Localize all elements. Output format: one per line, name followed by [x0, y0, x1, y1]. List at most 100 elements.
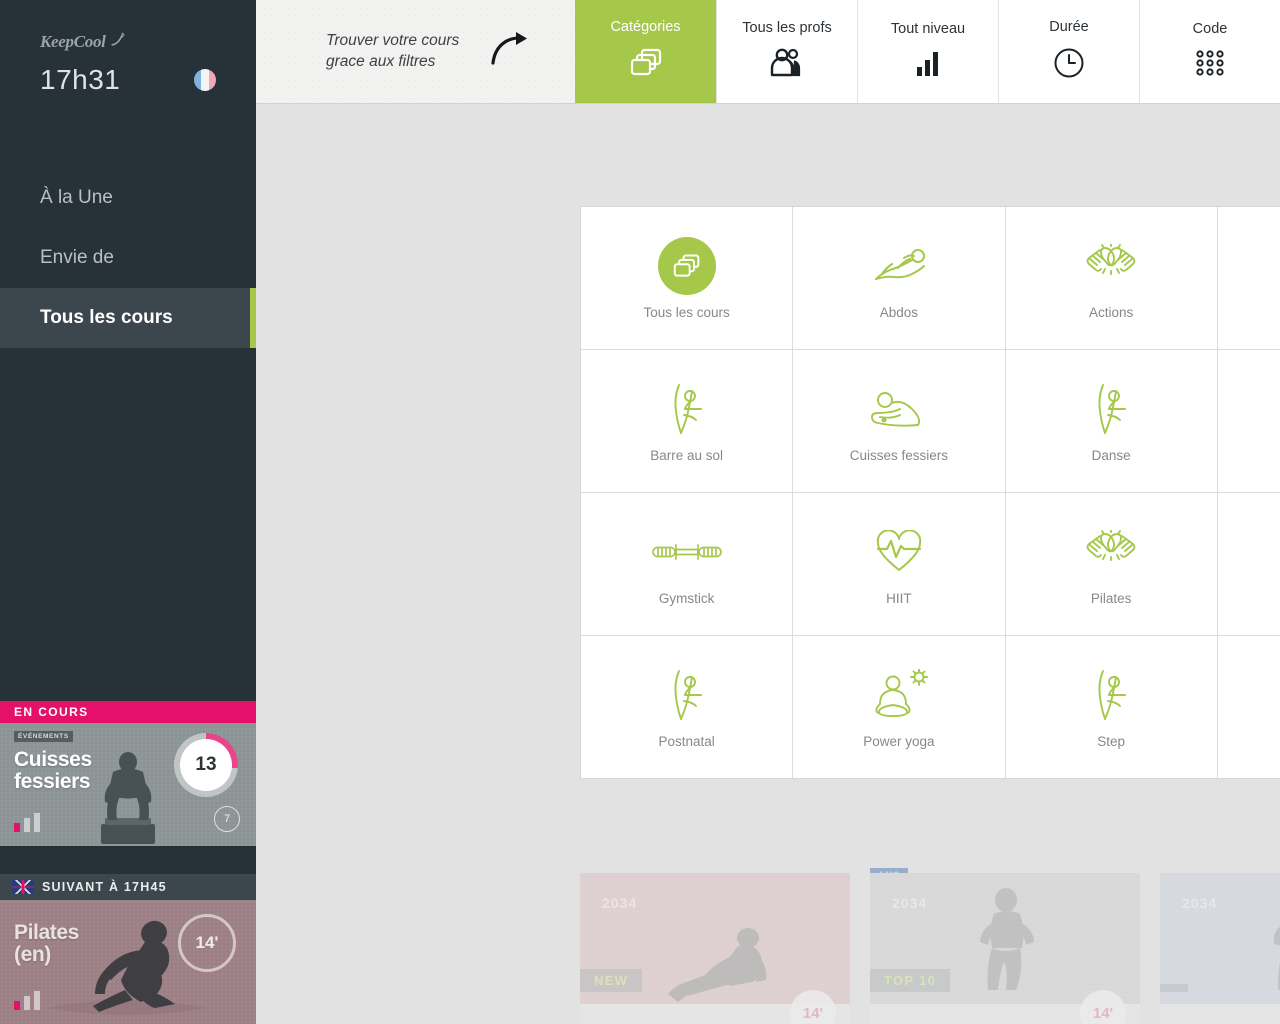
boxing-gloves-icon [1080, 237, 1142, 295]
sidebar-item-label: Envie de [40, 247, 114, 268]
live-card-header: EN COURS [0, 701, 256, 723]
next-card-title-line1: Pilates [14, 921, 79, 944]
category-tile-danse[interactable]: Danse [1005, 350, 1217, 492]
lotus-yoga-icon [868, 666, 930, 724]
person-icon [219, 881, 230, 894]
filter-tab-categories[interactable]: Catégories [575, 0, 716, 103]
category-tile-label: Step [1097, 733, 1126, 749]
filter-tab-duree[interactable]: Durée [998, 0, 1139, 103]
filter-tab-profs[interactable]: Tous les profs [716, 0, 857, 103]
category-tile-step[interactable]: Step [1005, 636, 1217, 778]
french-flag-icon[interactable] [194, 69, 216, 91]
live-card-secondary-timer: 7 [214, 806, 240, 832]
category-tile-label: Actions [1088, 304, 1134, 320]
live-card-title: Cuisses fessiers [14, 748, 92, 794]
abs-crunch-icon [868, 237, 930, 295]
category-tile-barre-au-sol[interactable]: Barre au sol [581, 350, 793, 492]
next-card-header-label: SUIVANT À 17H45 [42, 880, 167, 894]
carousel-card[interactable]: ANS 2034 TOP 10 14' [870, 868, 1140, 1024]
category-tile-pilates[interactable]: Pilates [1005, 493, 1217, 635]
carousel-card-year: 2034 [1182, 895, 1218, 911]
main-area: Trouver votre cours grace aux filtres Ca… [256, 0, 1280, 1024]
sidebar-item-a-la-une[interactable]: À la Une [0, 168, 256, 228]
category-tile-label: HIIT [886, 590, 912, 606]
category-tile-postnatal[interactable]: Postnatal [581, 636, 793, 778]
app-root: KeepCool 17h31 À la Une Envie de Tous le… [0, 0, 1280, 1024]
category-tile-actions[interactable]: Actions [1005, 207, 1217, 349]
category-tile-cuisses-fessiers[interactable]: Cuisses fessiers [793, 350, 1005, 492]
carousel-card-year: 2034 [602, 895, 638, 911]
keypad-dots-icon [1194, 49, 1226, 82]
filter-tab-label: Catégories [610, 19, 681, 35]
category-tile-ballon[interactable]: Ballon [1217, 207, 1280, 349]
current-time: 17h31 [40, 64, 121, 95]
stretch-floor-icon [868, 380, 930, 438]
next-card-level-indicator [14, 991, 40, 1010]
bar-levels-icon [915, 49, 941, 82]
category-tile-label: Cuisses fessiers [849, 447, 949, 463]
live-card-tag: ÉVÉNEMENTS [14, 731, 73, 742]
sidebar-item-tous-les-cours[interactable]: Tous les cours [0, 288, 256, 348]
brand-logo: KeepCool [40, 32, 256, 52]
category-tile-label: Pilates [1090, 590, 1132, 606]
live-card-level-indicator [14, 813, 40, 832]
next-card-header: SUIVANT À 17H45 [0, 874, 256, 900]
category-tile-hiit[interactable]: HIIT [793, 493, 1005, 635]
gymstick-icon [649, 523, 725, 581]
next-card-body: Pilates (en) 14' [0, 900, 256, 1024]
carousel-card[interactable]: 2034 NEW 14' [580, 873, 850, 1024]
next-class-card[interactable]: SUIVANT À 17H45 Pilates (en) 14' [0, 874, 256, 1024]
athlete-figure [1273, 926, 1280, 990]
category-tile-label: Danse [1091, 447, 1131, 463]
category-tile-etirement[interactable]: Étirement [1217, 350, 1280, 492]
live-class-card[interactable]: EN COURS ÉVÉNEMENTS Cuisses fessiers 13 … [0, 701, 256, 874]
filter-bar: Trouver votre cours grace aux filtres Ca… [256, 0, 1280, 104]
person-icon [177, 881, 188, 894]
category-tile-abdos[interactable]: Abdos [793, 207, 1005, 349]
stacked-cards-icon [657, 236, 716, 295]
athlete-figure [980, 888, 1034, 990]
carousel-card-badge: NEW [580, 969, 643, 992]
carousel-card[interactable]: 2034 14' [1160, 873, 1280, 1024]
carousel-card-thumb: 2034 [1160, 873, 1280, 1004]
filter-tab-label: Tout niveau [890, 21, 966, 37]
filter-hint: Trouver votre cours grace aux filtres [256, 0, 575, 103]
dancer-icon [667, 666, 707, 724]
brand-name: KeepCool [40, 32, 106, 51]
athlete-figure [668, 928, 767, 1002]
category-tile-label: Power yoga [863, 733, 935, 749]
filter-hint-line2: grace aux filtres [326, 52, 436, 70]
heart-pulse-icon [876, 523, 922, 581]
course-carousel[interactable]: 2034 NEW 14' ANS [580, 868, 1280, 1024]
carousel-card-badge [1160, 984, 1188, 992]
category-tile-label: Gymstick [658, 590, 715, 606]
next-card-timer: 14' [178, 914, 236, 972]
dancer-icon [1091, 380, 1131, 438]
category-tile-label: Barre au sol [650, 447, 724, 463]
filter-hint-text: Trouver votre cours grace aux filtres [326, 31, 459, 73]
category-tile-label: Abdos [879, 304, 919, 320]
live-card-title-line2: fessiers [14, 770, 91, 794]
filter-tab-niveau[interactable]: Tout niveau [857, 0, 998, 103]
category-tile-power-yoga[interactable]: Power yoga [793, 636, 1005, 778]
leaf-icon [108, 31, 126, 52]
category-tile-label: Postnatal [658, 733, 715, 749]
filter-tab-label: Durée [1049, 19, 1089, 35]
filter-tab-code[interactable]: Code [1139, 0, 1280, 103]
dancer-icon [667, 380, 707, 438]
sidebar-nav: À la Une Envie de Tous les cours [0, 168, 256, 348]
sidebar-item-envie-de[interactable]: Envie de [0, 228, 256, 288]
category-tile-gym[interactable]: Gym [1217, 636, 1280, 778]
dancer-icon [1091, 666, 1131, 724]
category-tile-label: Tous les cours [643, 304, 730, 320]
carousel-card-thumb: 2034 TOP 10 [870, 873, 1140, 1004]
next-card-title: Pilates (en) [14, 921, 79, 966]
curved-arrow-icon [489, 30, 533, 73]
person-icon [205, 881, 216, 894]
filter-tab-label: Code [1192, 21, 1228, 37]
category-tile-tous-les-cours[interactable]: Tous les cours [581, 207, 793, 349]
category-tile-gymstick[interactable]: Gymstick [581, 493, 793, 635]
category-tile-piloxing[interactable]: Piloxing [1217, 493, 1280, 635]
sidebar: KeepCool 17h31 À la Une Envie de Tous le… [0, 0, 256, 1024]
